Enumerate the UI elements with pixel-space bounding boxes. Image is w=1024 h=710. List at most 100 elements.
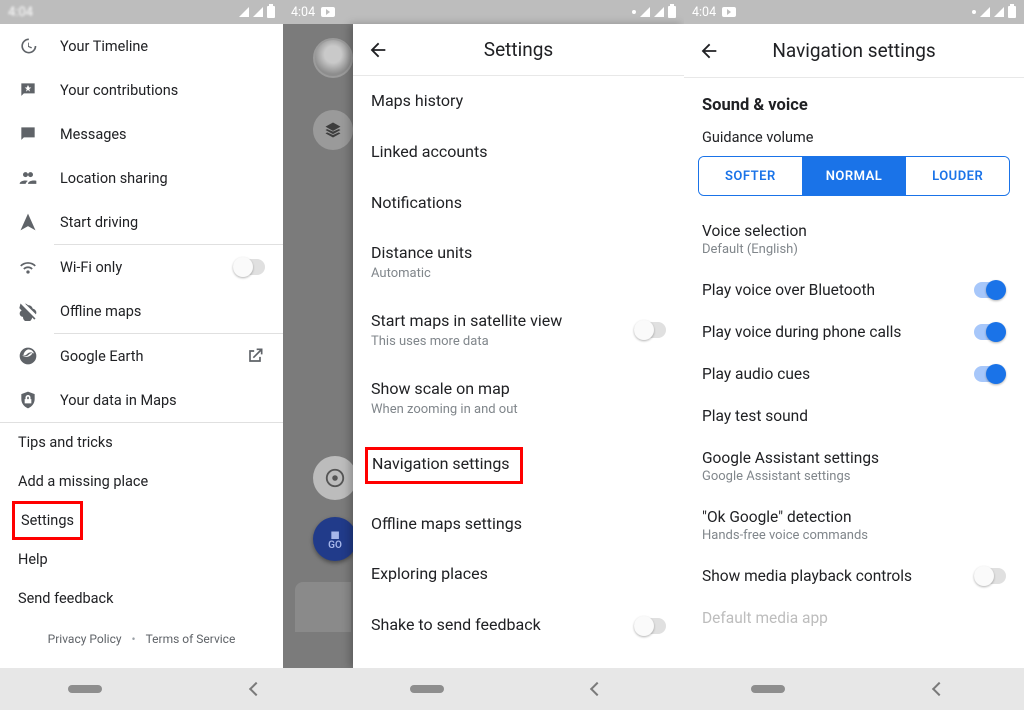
settings-item-primary: Linked accounts: [371, 142, 666, 163]
settings-item[interactable]: Distance unitsAutomatic: [353, 228, 684, 296]
settings-item-secondary: This uses more data: [371, 334, 626, 349]
drawer-item-start-driving[interactable]: Start driving: [0, 200, 283, 244]
nav-setting-row[interactable]: "Ok Google" detectionHands-free voice co…: [684, 496, 1024, 555]
status-bar: 4:04: [0, 0, 283, 24]
battery-icon: [1008, 6, 1016, 18]
signal-icon: [239, 7, 249, 17]
nav-setting-row[interactable]: Show media playback controls: [684, 555, 1024, 597]
signal-icon: [994, 7, 1004, 17]
settings-item[interactable]: Show scale on mapWhen zooming in and out: [353, 364, 684, 432]
toggle[interactable]: [634, 618, 666, 634]
row-primary: Show media playback controls: [702, 567, 964, 585]
drawer-item-messages[interactable]: Messages: [0, 112, 283, 156]
drawer-item-wifi-only[interactable]: Wi-Fi only: [0, 245, 283, 289]
shield-icon: [18, 390, 40, 410]
privacy-link[interactable]: Privacy Policy: [48, 632, 122, 646]
row-primary: Default media app: [702, 609, 1006, 627]
volume-option-normal[interactable]: NORMAL: [802, 157, 906, 195]
earth-icon: [18, 346, 40, 366]
drawer-item-settings[interactable]: Settings: [15, 504, 80, 537]
back-button[interactable]: [698, 40, 720, 62]
guidance-volume-label: Guidance volume: [684, 121, 1024, 156]
back-button[interactable]: [367, 39, 389, 61]
row-secondary: Default (English): [702, 242, 1006, 257]
drawer-item-google-earth[interactable]: Google Earth: [0, 334, 283, 378]
home-pill[interactable]: [68, 685, 102, 693]
youtube-notif-icon: [321, 7, 335, 17]
nav-setting-row[interactable]: Play voice over Bluetooth: [684, 269, 1024, 311]
drawer-item-your-data[interactable]: Your data in Maps: [0, 378, 283, 422]
row-primary: Play audio cues: [702, 365, 964, 383]
location-share-icon: [18, 168, 40, 188]
nav-icon: [18, 212, 40, 232]
back-gesture-icon[interactable]: [249, 682, 263, 696]
toggle[interactable]: [974, 282, 1006, 298]
settings-item[interactable]: Start maps in satellite view This uses mo…: [353, 296, 684, 364]
drawer-item-label: Your Timeline: [60, 38, 265, 55]
toggle[interactable]: [974, 324, 1006, 340]
row-primary: Voice selection: [702, 222, 1006, 240]
dot-icon: [632, 10, 636, 14]
map-layers-button: [313, 110, 353, 150]
toggle[interactable]: [974, 568, 1006, 584]
row-primary: "Ok Google" detection: [702, 508, 1006, 526]
settings-panel: Settings Maps history Linked accounts Noti…: [353, 24, 684, 668]
back-gesture-icon[interactable]: [590, 682, 604, 696]
drawer-item-add-place[interactable]: Add a missing place: [0, 462, 283, 501]
drawer-item-label: Google Earth: [60, 348, 225, 365]
nav-setting-row[interactable]: Play audio cues: [684, 353, 1024, 395]
drawer-item-contributions[interactable]: Your contributions: [0, 68, 283, 112]
settings-item[interactable]: Maps history: [353, 76, 684, 127]
settings-item-secondary: Automatic: [371, 266, 666, 281]
row-secondary: Google Assistant settings: [702, 469, 1006, 484]
map-background-strip: [283, 0, 353, 668]
settings-item[interactable]: About, terms & privacy: [353, 651, 684, 668]
map-mylocation-button: [313, 456, 357, 500]
settings-item[interactable]: Navigation settings: [353, 432, 684, 499]
home-pill[interactable]: [751, 685, 785, 693]
settings-item-primary: Exploring places: [371, 564, 666, 585]
wifi-only-toggle[interactable]: [233, 259, 265, 275]
screen-drawer: 4:04 Your Timeline: [0, 0, 283, 668]
home-pill[interactable]: [410, 685, 444, 693]
nav-setting-row[interactable]: Google Assistant settingsGoogle Assistan…: [684, 437, 1024, 496]
drawer-item-location-sharing[interactable]: Location sharing: [0, 156, 283, 200]
drawer-item-tips[interactable]: Tips and tricks: [0, 423, 283, 462]
drawer-item-timeline[interactable]: Your Timeline: [0, 24, 283, 68]
settings-item-secondary: When zooming in and out: [371, 402, 666, 417]
settings-item[interactable]: Linked accounts: [353, 127, 684, 178]
row-voice-selection[interactable]: Voice selection Default (English): [684, 210, 1024, 269]
signal-icon: [654, 7, 664, 17]
drawer-item-offline-maps[interactable]: Offline maps: [0, 289, 283, 333]
drawer-item-label: Start driving: [60, 214, 265, 231]
settings-item[interactable]: Shake to send feedback: [353, 600, 684, 651]
wifi-icon: [18, 257, 40, 277]
screen-settings: 4:04 ◆ GO: [283, 0, 684, 668]
back-gesture-icon[interactable]: [932, 682, 946, 696]
toggle[interactable]: [634, 322, 666, 338]
drawer-item-label: Wi-Fi only: [60, 259, 213, 276]
nav-setting-row[interactable]: Play test sound: [684, 395, 1024, 437]
drawer-item-send-feedback[interactable]: Send feedback: [0, 579, 283, 618]
timeline-icon: [18, 36, 40, 56]
drawer-footer: Privacy Policy • Terms of Service: [0, 618, 283, 654]
settings-item-primary: Start maps in satellite view: [371, 311, 626, 332]
settings-item-primary: Notifications: [371, 193, 666, 214]
toggle[interactable]: [974, 366, 1006, 382]
row-primary: Play test sound: [702, 407, 1006, 425]
battery-icon: [668, 6, 676, 18]
settings-title: Settings: [353, 38, 684, 61]
signal-icon: [980, 7, 990, 17]
volume-option-louder[interactable]: LOUDER: [905, 157, 1009, 195]
dot-separator: •: [132, 632, 136, 646]
youtube-notif-icon: [722, 7, 736, 17]
nav-setting-row[interactable]: Default media app: [684, 597, 1024, 639]
settings-item[interactable]: Offline maps settings: [353, 499, 684, 550]
settings-item[interactable]: Exploring places: [353, 549, 684, 600]
battery-icon: [267, 6, 275, 18]
tos-link[interactable]: Terms of Service: [146, 632, 236, 646]
nav-setting-row[interactable]: Play voice during phone calls: [684, 311, 1024, 353]
volume-option-softer[interactable]: SOFTER: [699, 157, 802, 195]
settings-item[interactable]: Notifications: [353, 178, 684, 229]
drawer-item-help[interactable]: Help: [0, 540, 283, 579]
